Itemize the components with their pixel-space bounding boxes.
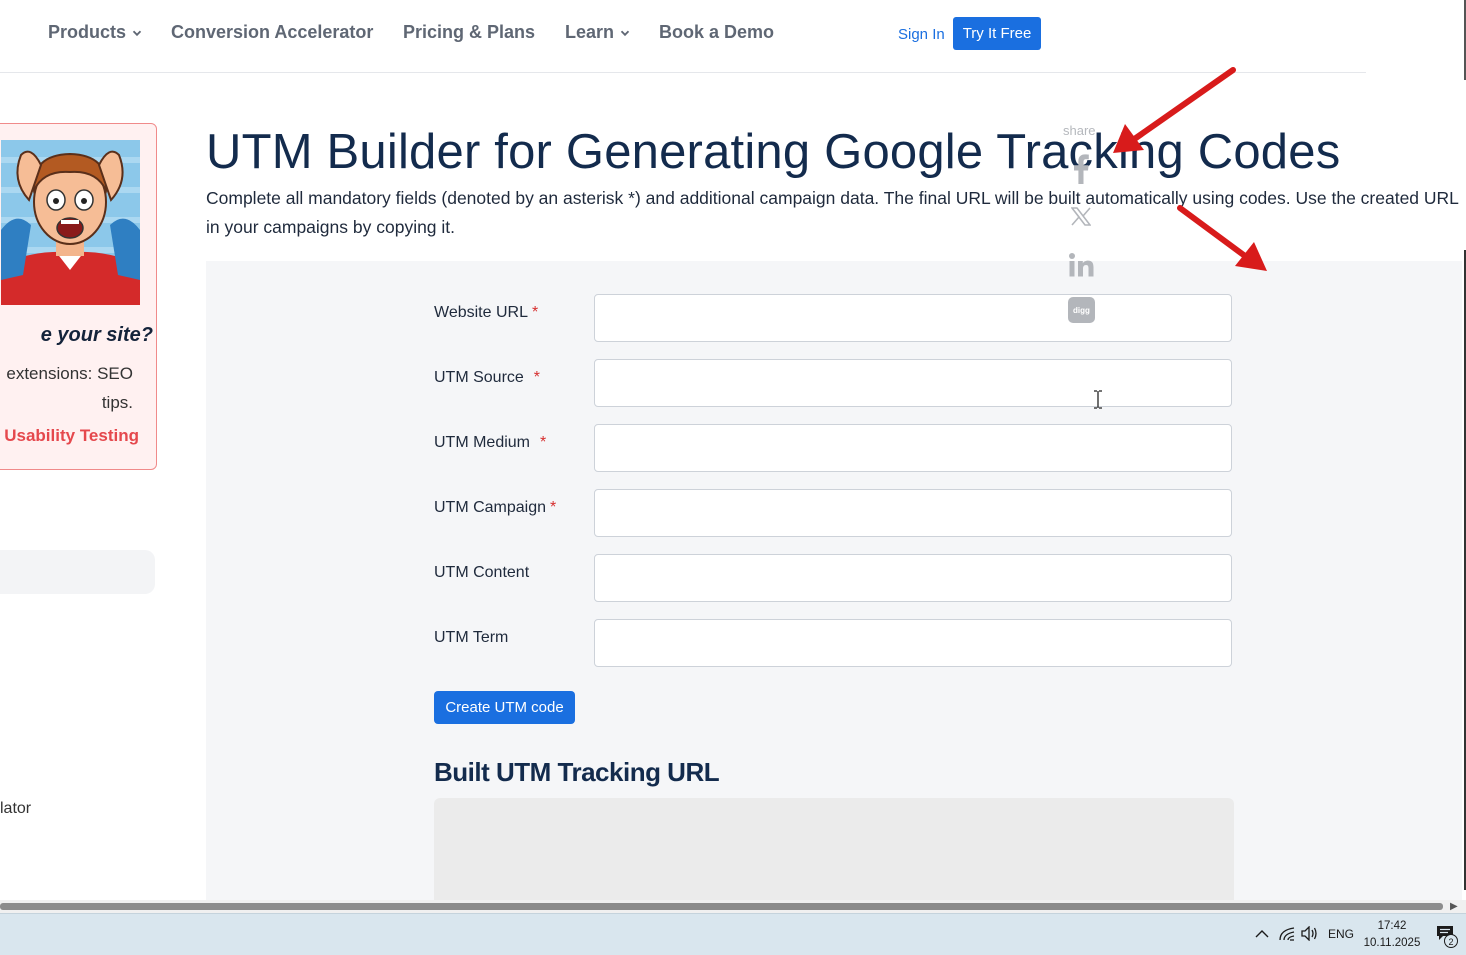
built-url-output[interactable] [434,798,1234,901]
system-clock[interactable]: 17:42 10.11.2025 [1362,918,1422,952]
page-title: UTM Builder for Generating Google Tracki… [206,125,1341,179]
utm-source-input[interactable] [594,359,1232,407]
nav-book-demo-label: Book a Demo [659,22,775,42]
utm-medium-input[interactable] [594,424,1232,472]
x-twitter-icon[interactable] [1071,207,1091,226]
field-label-text: UTM Campaign [434,499,547,516]
share-label: share [1063,123,1096,138]
horizontal-scrollbar-thumb[interactable] [0,903,1443,910]
digg-icon-text: digg [1073,305,1090,315]
network-icon[interactable] [1279,927,1295,941]
nav-pricing[interactable]: Pricing & Plans [403,22,535,43]
nav-products-label: Products [48,22,127,42]
field-label: UTM Term [434,629,508,647]
field-label-text: UTM Medium [434,434,531,451]
volume-icon[interactable] [1301,926,1318,941]
nav-book-demo[interactable]: Book a Demo [659,22,774,43]
create-utm-code-button[interactable]: Create UTM code [434,691,575,724]
promo-text: extensions: SEO tips. [0,359,133,417]
clock-date: 10.11.2025 [1363,937,1421,949]
promo-text-line: extensions: SEO [6,364,133,383]
field-label: Website URL * [434,304,538,322]
nav-products[interactable]: Products [48,22,142,43]
nav-conversion-accelerator[interactable]: Conversion Accelerator [171,22,373,43]
nav-learn[interactable]: Learn [565,22,630,43]
required-mark: * [531,304,539,321]
field-label: UTM Medium * [434,434,546,452]
chevron-up-icon[interactable] [1255,929,1269,938]
horizontal-scrollbar[interactable]: ▶ [0,900,1466,913]
sidebar-link[interactable]: lator [0,800,31,818]
promo-text-line: tips. [101,393,133,412]
nav-pricing-label: Pricing & Plans [403,22,536,42]
promo-illustration [1,140,140,305]
nav-learn-label: Learn [565,22,615,42]
field-label: UTM Campaign * [434,499,556,517]
promo-card: e your site? extensions: SEO tips. Usabi… [0,123,157,470]
notification-count-badge: 2 [1444,934,1458,948]
website-url-input[interactable] [594,294,1232,342]
utm-content-input[interactable] [594,554,1232,602]
field-label: UTM Content [434,564,529,582]
windows-taskbar: ENG 17:42 10.11.2025 2 [0,913,1466,955]
field-label-text: UTM Content [434,564,530,581]
try-it-free-button[interactable]: Try It Free [953,17,1041,50]
promo-link-usability-testing[interactable]: Usability Testing [0,426,139,446]
scroll-right-arrow-icon[interactable]: ▶ [1450,901,1458,912]
digg-icon[interactable]: digg [1068,297,1095,323]
page-description: Complete all mandatory fields (denoted b… [206,188,1459,237]
promo-title: e your site? [40,324,153,346]
clock-time: 17:42 [1377,920,1407,932]
required-mark: * [550,499,557,516]
sign-in-link[interactable]: Sign In [898,26,945,43]
language-indicator[interactable]: ENG [1328,927,1354,941]
utm-term-input[interactable] [594,619,1232,667]
chevron-down-icon [132,30,142,36]
field-label: UTM Source * [434,369,540,387]
notifications-button[interactable]: 2 [1436,925,1458,948]
built-url-heading: Built UTM Tracking URL [434,757,720,787]
nav-conversion-accelerator-label: Conversion Accelerator [171,22,374,42]
field-label-text: UTM Term [434,629,509,646]
facebook-icon[interactable] [1073,154,1089,184]
required-mark: * [533,369,541,386]
chevron-down-icon [620,30,630,36]
text-cursor-icon [1094,390,1102,409]
field-label-text: Website URL [434,304,528,321]
sidebar-search-pill[interactable] [0,550,155,594]
linkedin-icon[interactable] [1069,253,1094,277]
utm-campaign-input[interactable] [594,489,1232,537]
top-nav: Products Conversion Accelerator Pricing … [0,0,1366,73]
required-mark: * [540,434,547,451]
field-label-text: UTM Source [434,369,524,386]
